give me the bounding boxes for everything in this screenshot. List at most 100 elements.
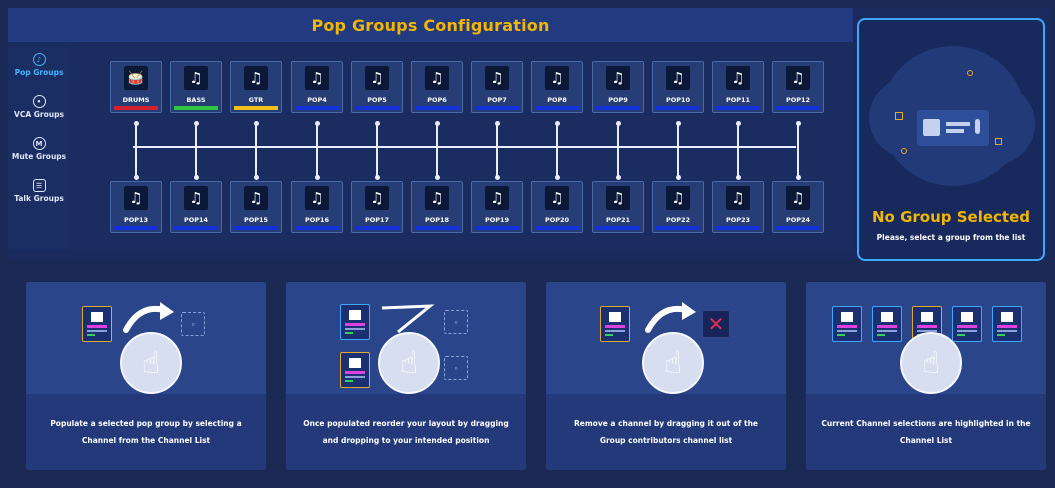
group-tile[interactable]: ♫ POP14 <box>170 181 222 233</box>
group-tile-label: POP21 <box>605 216 631 224</box>
connector-dot <box>494 121 500 126</box>
group-tile[interactable]: ♫ POP13 <box>110 181 162 233</box>
music-note-icon: ♫ <box>485 186 509 210</box>
group-tile[interactable]: ♫ POP11 <box>712 61 764 113</box>
music-note-icon: ♫ <box>425 186 449 210</box>
connector-dot <box>193 175 199 180</box>
group-tile[interactable]: ♫ POP18 <box>411 181 463 233</box>
music-note-icon: ♫ <box>425 66 449 90</box>
group-tile-label: POP23 <box>725 216 751 224</box>
group-color-bar <box>415 226 459 230</box>
connector-line <box>436 123 438 147</box>
channel-card-icon <box>952 306 982 342</box>
help-card-highlight: ☝ Current Channel selections are highlig… <box>806 282 1046 470</box>
group-color-bar <box>295 106 339 110</box>
channel-card-icon <box>600 306 630 342</box>
help-card-text: Populate a selected pop group by selecti… <box>26 394 266 470</box>
populate-illustration: ∘ ☝ <box>26 282 266 394</box>
group-color-bar <box>656 106 700 110</box>
group-tile[interactable]: ♫ POP15 <box>230 181 282 233</box>
group-tile[interactable]: ♫ POP10 <box>652 61 704 113</box>
help-card-text: Once populated reorder your layout by dr… <box>286 394 526 470</box>
group-tile-label: POP7 <box>487 96 507 104</box>
group-tile-label: POP17 <box>364 216 390 224</box>
connector-line <box>677 123 679 147</box>
group-tile[interactable]: 🥁 DRUMS <box>110 61 162 113</box>
group-tile[interactable]: ♫ POP23 <box>712 181 764 233</box>
connector-dot <box>795 121 801 126</box>
group-tile-label: POP8 <box>547 96 567 104</box>
connector-line <box>617 147 619 178</box>
group-tile[interactable]: ♫ POP8 <box>531 61 583 113</box>
group-tile[interactable]: ♫ POP12 <box>772 61 824 113</box>
sidebar-item-label: Pop Groups <box>14 68 64 77</box>
group-tile[interactable]: ♫ POP4 <box>291 61 343 113</box>
group-tile[interactable]: ♫ POP16 <box>291 181 343 233</box>
group-color-bar <box>716 106 760 110</box>
no-group-subtitle: Please, select a group from the list <box>876 233 1026 242</box>
sidebar-item-mute-groups[interactable]: M Mute Groups <box>8 130 70 168</box>
group-tile[interactable]: ♫ POP9 <box>592 61 644 113</box>
connector-line <box>496 147 498 178</box>
group-tile-label: POP15 <box>243 216 269 224</box>
group-color-bar <box>535 226 579 230</box>
connector-dot <box>735 175 741 180</box>
group-color-bar <box>716 226 760 230</box>
help-card-text: Remove a channel by dragging it out of t… <box>546 394 786 470</box>
decor-circle <box>967 70 973 76</box>
connector-dot <box>554 121 560 126</box>
help-card-text: Current Channel selections are highlight… <box>806 394 1046 470</box>
connector-line <box>316 147 318 178</box>
help-card-populate: ∘ ☝ Populate a selected pop group by sel… <box>26 282 266 470</box>
group-tile[interactable]: ♫ POP7 <box>471 61 523 113</box>
sidebar-item-label: Talk Groups <box>14 194 64 203</box>
group-tile[interactable]: ♫ POP21 <box>592 181 644 233</box>
group-tile-label: POP16 <box>304 216 330 224</box>
group-tile[interactable]: ♫ POP17 <box>351 181 403 233</box>
empty-slot-icon: ∘ <box>181 312 205 336</box>
music-note-icon: ♫ <box>305 66 329 90</box>
talkback-icon: ☰ <box>32 179 46 192</box>
connector-line <box>496 123 498 147</box>
sidebar-item-pop-groups[interactable]: ♪ Pop Groups <box>8 46 70 84</box>
connector-dot <box>795 175 801 180</box>
group-tile-label: GTR <box>248 96 264 104</box>
group-tile-label: POP9 <box>608 96 628 104</box>
group-tile-label: DRUMS <box>122 96 150 104</box>
music-note-icon: ♫ <box>365 66 389 90</box>
group-color-bar <box>475 106 519 110</box>
group-tile[interactable]: ♫ BASS <box>170 61 222 113</box>
sidebar-item-talk-groups[interactable]: ☰ Talk Groups <box>8 172 70 210</box>
channel-card-icon <box>82 306 112 342</box>
connector-line <box>255 123 257 147</box>
music-note-icon: ♫ <box>786 66 810 90</box>
group-tile[interactable]: ♫ POP20 <box>531 181 583 233</box>
connector-line <box>316 123 318 147</box>
decor-square <box>895 112 903 120</box>
group-tile-label: POP11 <box>725 96 751 104</box>
page-title-text: Pop Groups Configuration <box>311 15 550 35</box>
group-color-bar <box>234 226 278 230</box>
hand-tap-icon: ☝ <box>900 332 962 394</box>
group-tile[interactable]: ♫ POP19 <box>471 181 523 233</box>
group-tile[interactable]: ♫ GTR <box>230 61 282 113</box>
empty-slot-icon: ∘ <box>444 356 468 380</box>
group-color-bar <box>596 226 640 230</box>
group-tile[interactable]: ♫ POP22 <box>652 181 704 233</box>
connector-dot <box>133 121 139 126</box>
help-card-remove: ✕ ☝ Remove a channel by dragging it out … <box>546 282 786 470</box>
group-tile[interactable]: ♫ POP5 <box>351 61 403 113</box>
group-color-bar <box>535 106 579 110</box>
group-tile[interactable]: ♫ POP6 <box>411 61 463 113</box>
group-tile[interactable]: ♫ POP24 <box>772 181 824 233</box>
group-color-bar <box>355 106 399 110</box>
connector-dot <box>314 121 320 126</box>
group-color-bar <box>114 226 158 230</box>
music-note-icon: ♫ <box>124 186 148 210</box>
group-tile-label: POP18 <box>424 216 450 224</box>
connector-dot <box>494 175 500 180</box>
sidebar-item-vca-groups[interactable]: • VCA Groups <box>8 88 70 126</box>
music-note-icon: ♫ <box>786 186 810 210</box>
connector-line <box>797 147 799 178</box>
channel-card-icon <box>340 352 370 388</box>
